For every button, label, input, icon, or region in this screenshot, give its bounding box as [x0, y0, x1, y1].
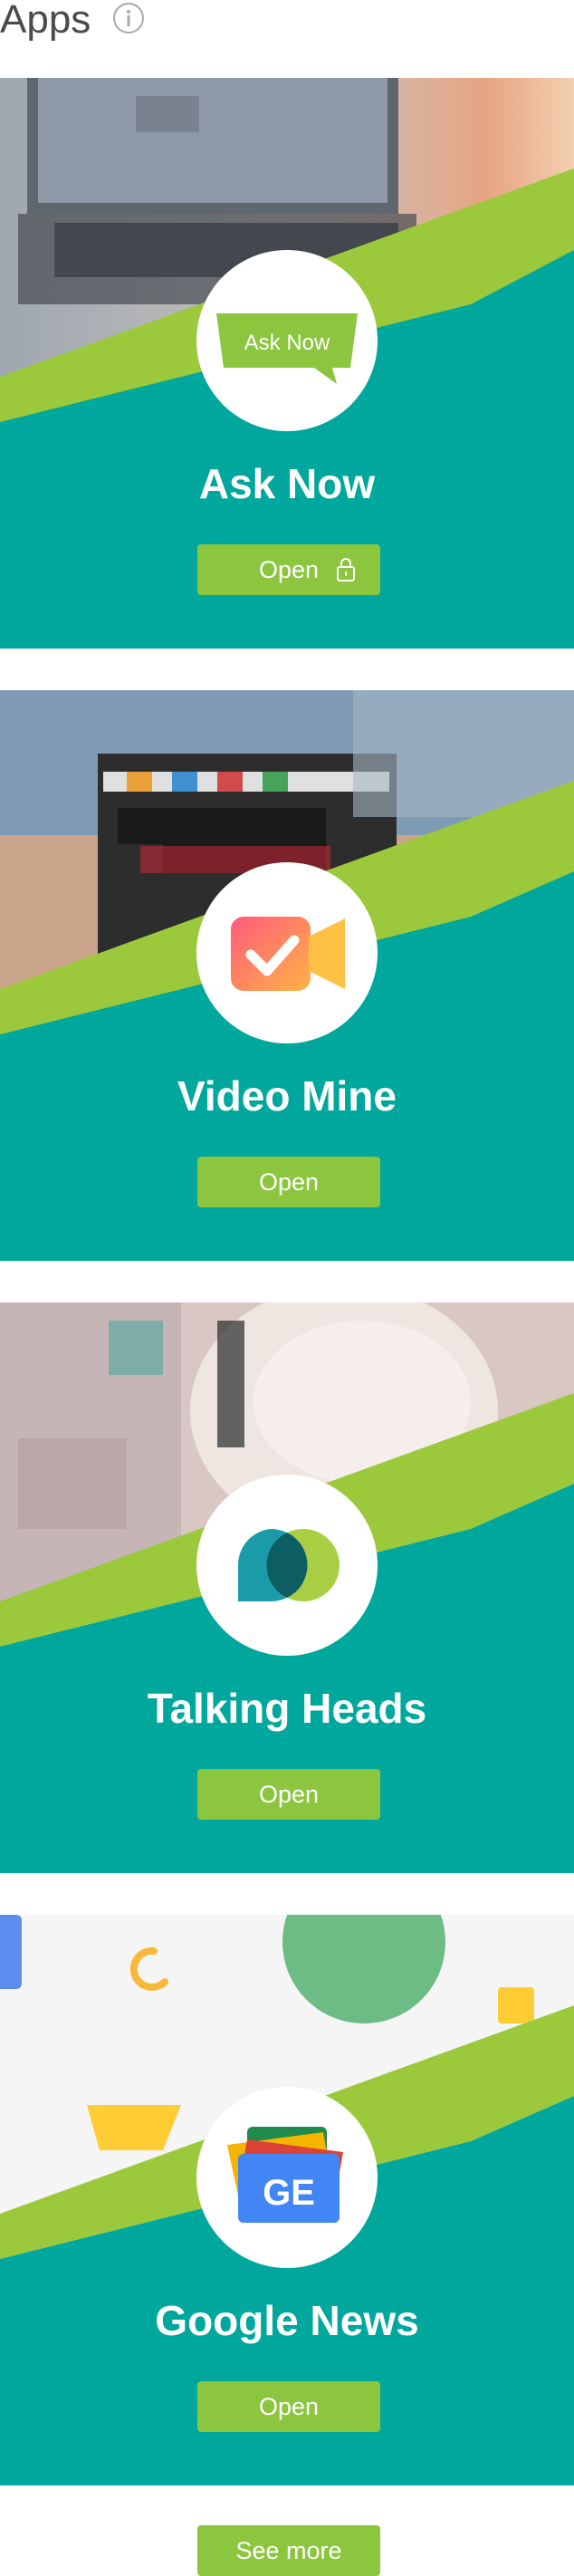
lock-icon: [337, 558, 355, 582]
speech-bubble-icon: Ask Now: [216, 313, 358, 384]
google-news-icon: GE: [227, 2127, 343, 2223]
video-mine-logo: [196, 862, 378, 1043]
app-card-talking-heads: Talking Heads Open: [0, 1302, 574, 1873]
app-title: Talking Heads: [147, 1685, 427, 1732]
open-button-label: Open: [258, 2393, 320, 2420]
open-button[interactable]: Open: [197, 544, 380, 595]
app-title: Ask Now: [198, 460, 376, 507]
open-button[interactable]: Open: [197, 1157, 380, 1207]
see-more-button[interactable]: See more: [197, 2525, 380, 2576]
page-title: Apps: [0, 0, 91, 42]
app-title: Video Mine: [177, 1072, 397, 1120]
talking-heads-logo: [196, 1475, 378, 1656]
overlapping-bubbles-icon: [237, 1529, 340, 1601]
see-more-label: See more: [235, 2537, 342, 2564]
open-button-label: Open: [258, 1781, 320, 1808]
info-icon[interactable]: [112, 2, 145, 34]
app-card-ask-now: Ask Now Ask Now Open: [0, 78, 574, 649]
app-card-google-news: GE Google News Open: [0, 1915, 574, 2485]
google-news-logo: GE: [196, 2087, 378, 2268]
ask-now-logo-text: Ask Now: [244, 331, 330, 355]
apps-header: Apps: [0, 0, 574, 78]
google-news-logo-text: GE: [263, 2173, 315, 2213]
open-button[interactable]: Open: [197, 2381, 380, 2432]
ask-now-logo: Ask Now: [196, 250, 378, 431]
app-title: Google News: [155, 2297, 419, 2344]
open-button-label: Open: [258, 1168, 320, 1196]
open-button-label: Open: [258, 556, 320, 583]
open-button[interactable]: Open: [197, 1769, 380, 1820]
app-card-video-mine: Video Mine Open: [0, 690, 574, 1261]
video-check-icon: [231, 917, 345, 991]
